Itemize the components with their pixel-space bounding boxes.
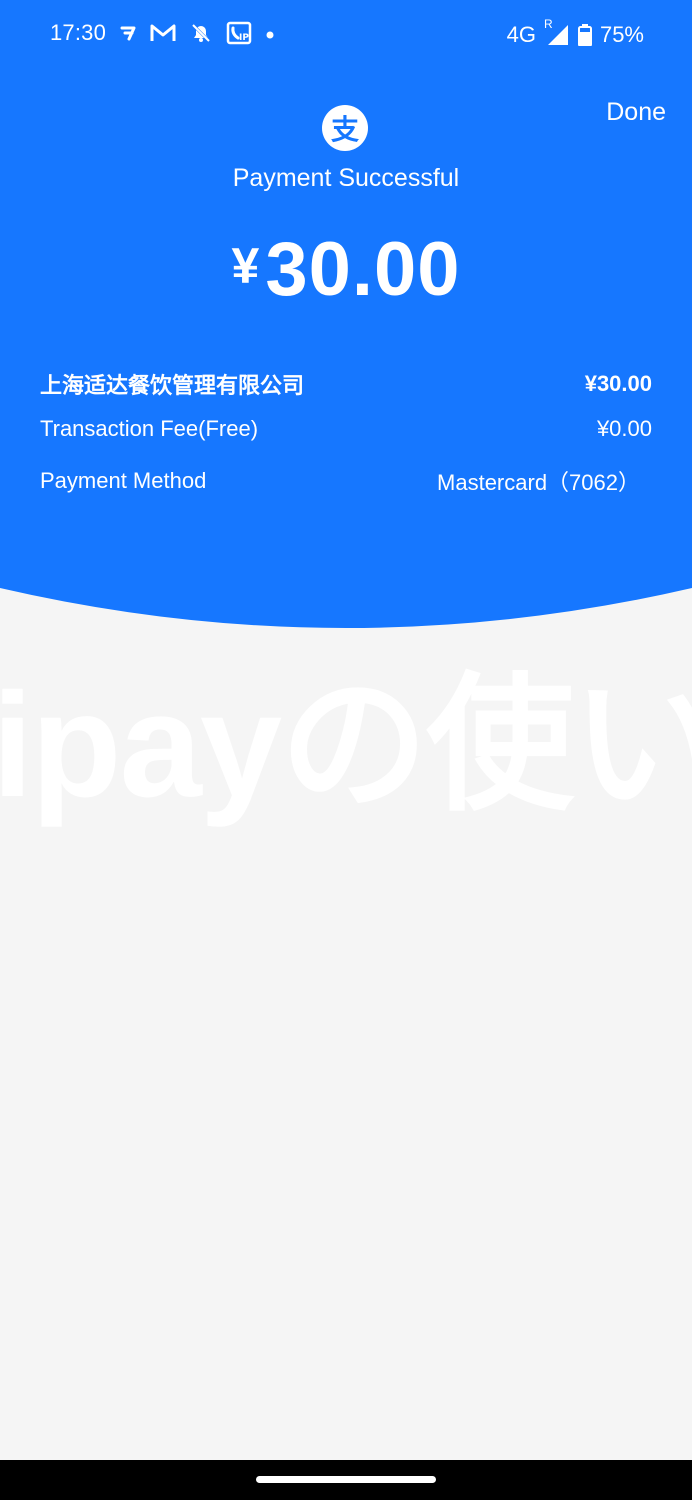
alipay-logo-icon: 支	[322, 105, 368, 151]
system-indicators: 4G R 75%	[506, 17, 644, 50]
caller-ip-icon: IP	[226, 21, 252, 50]
mute-icon	[190, 22, 212, 49]
dot-icon	[266, 26, 274, 44]
done-button[interactable]: Done	[606, 98, 666, 127]
navigation-bar	[0, 1460, 692, 1500]
payment-status-title: Payment Successful	[232, 164, 460, 192]
payment-method-value: Mastercard（7062）	[437, 470, 640, 495]
payment-amount: ¥30.00	[0, 226, 692, 313]
gmail-icon	[150, 23, 176, 48]
carrier-t-icon	[120, 24, 136, 47]
payment-method-row: Payment Method Mastercard（7062）	[40, 465, 652, 497]
transaction-fee-label: Transaction Fee(Free)	[40, 416, 259, 441]
merchant-name: 上海适达餐饮管理有限公司	[40, 373, 305, 398]
merchant-amount: ¥30.00	[584, 371, 652, 396]
network-type: 4G	[506, 22, 536, 47]
transaction-fee-value: ¥0.00	[596, 416, 652, 441]
status-time: 17:30	[50, 20, 107, 45]
blue-header-background	[0, 0, 692, 628]
home-indicator[interactable]	[256, 1476, 436, 1483]
status-bar: 17:30 IP 4G R 75%	[0, 0, 692, 70]
battery-icon	[577, 24, 592, 47]
payment-method-label: Payment Method	[40, 468, 207, 493]
notification-icons: IP	[120, 21, 274, 50]
svg-text:IP: IP	[239, 33, 249, 43]
signal-icon: R	[544, 17, 570, 47]
merchant-row: 上海适达餐饮管理有限公司 ¥30.00	[40, 368, 652, 400]
amount-currency: ¥	[231, 238, 260, 294]
payment-result-screen: 17:30 IP 4G R 75% Done 支 Payment Success…	[0, 0, 692, 1500]
transaction-fee-row: Transaction Fee(Free) ¥0.00	[40, 416, 652, 442]
amount-value: 30.00	[265, 227, 461, 312]
battery-percentage: 75%	[599, 22, 644, 47]
watermark-text: ipayの使い	[0, 663, 692, 828]
